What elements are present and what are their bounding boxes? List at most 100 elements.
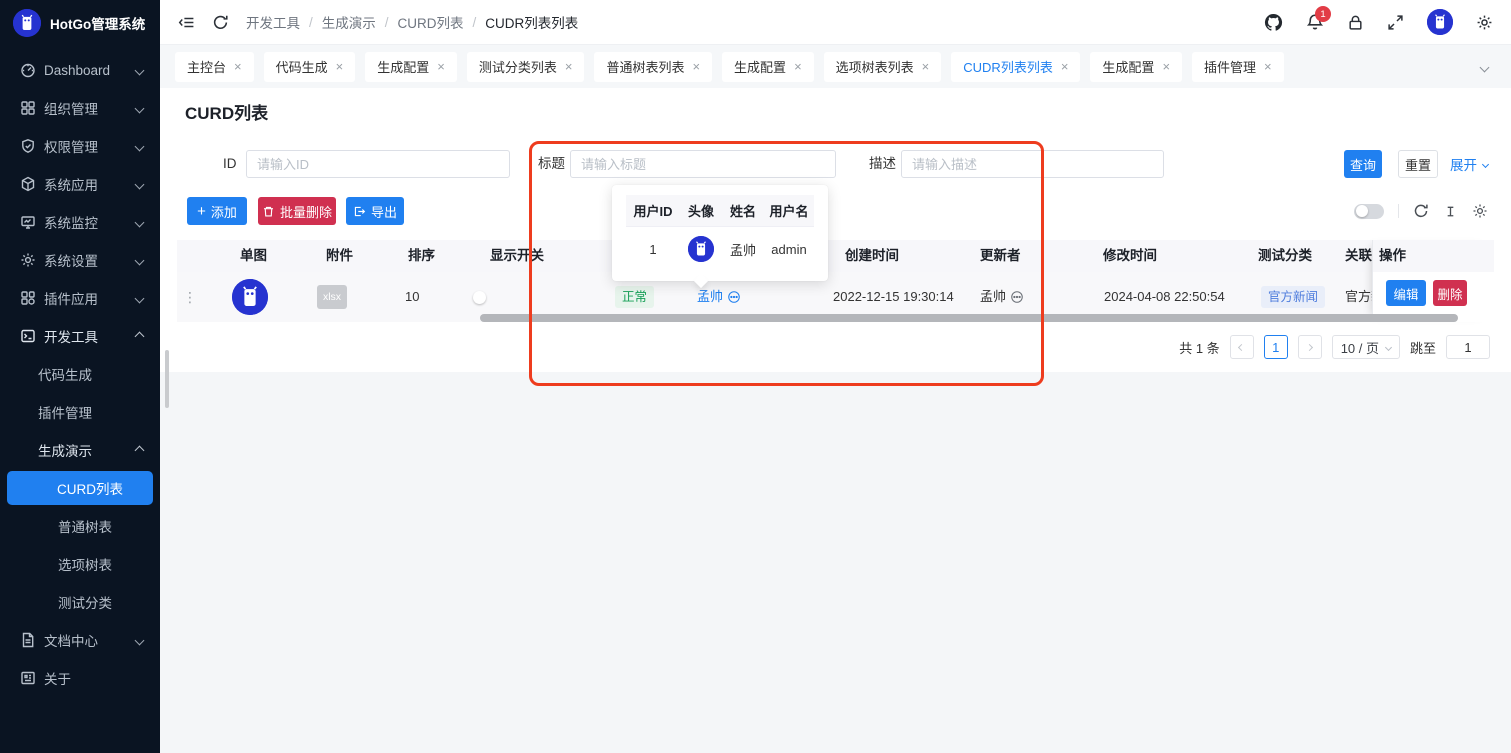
chevron-down-icon [135,217,145,227]
tab-normal-tree-list[interactable]: 普通树表列表× [594,52,712,82]
expand-filters-link[interactable]: 展开 [1450,150,1488,178]
sidebar-item-code-gen[interactable]: 代码生成 [0,355,160,393]
sidebar: HotGo管理系统 Dashboard 组织管理 权限管理 系统应用 [0,0,160,753]
close-icon[interactable]: × [692,60,700,73]
close-icon[interactable]: × [1061,60,1069,73]
tab-test-category-list[interactable]: 测试分类列表× [467,52,585,82]
sidebar-item-plugin-manage[interactable]: 插件管理 [0,393,160,431]
col-header-updater[interactable]: 更新者 [980,240,1021,272]
sidebar-item-dashboard[interactable]: Dashboard [0,51,160,89]
tab-code-gen[interactable]: 代码生成× [264,52,356,82]
col-header-updated-at[interactable]: 修改时间 [1103,240,1157,272]
fullscreen-icon[interactable] [1387,14,1404,31]
prev-page-button[interactable] [1230,335,1254,359]
table-option-toggle[interactable] [1354,204,1384,219]
col-header-sort[interactable]: 排序 [408,240,435,272]
edit-button[interactable]: 编辑 [1386,280,1426,306]
table-horizontal-scrollbar[interactable] [480,314,1458,322]
title-input[interactable] [570,150,836,178]
close-icon[interactable]: × [794,60,802,73]
user-info-popover: 用户ID 头像 姓名 用户名 1 孟帅 admin [612,185,828,281]
export-button[interactable]: 导出 [346,197,404,225]
sidebar-item-system-monitor[interactable]: 系统监控 [0,203,160,241]
tab-gen-config-3[interactable]: 生成配置× [1090,52,1182,82]
sidebar-item-test-category[interactable]: 测试分类 [0,583,160,621]
sidebar-item-curd-list[interactable]: CURD列表 [7,471,153,505]
next-page-button[interactable] [1298,335,1322,359]
col-header-created-at[interactable]: 创建时间 [845,240,899,272]
refresh-icon[interactable] [212,14,229,31]
tab-gen-config-1[interactable]: 生成配置× [365,52,457,82]
col-header-test-category[interactable]: 测试分类 [1258,240,1312,272]
col-header-attachment[interactable]: 附件 [326,240,353,272]
sidebar-scrollbar-thumb[interactable] [165,350,169,408]
close-icon[interactable]: × [922,60,930,73]
close-icon[interactable]: × [565,60,573,73]
tabbar-dropdown-chevron[interactable] [1481,58,1496,76]
sidebar-item-system-settings[interactable]: 系统设置 [0,241,160,279]
popover-user-name: 孟帅 [722,227,764,271]
table-tools [1354,197,1488,225]
row-test-category-tag: 官方新闻 [1261,286,1325,308]
tab-plugin-manage[interactable]: 插件管理× [1192,52,1284,82]
breadcrumb-item[interactable]: CURD列表 [398,12,464,32]
content: CURD列表 ID 标题 描述 查询 重置 展开 +添加 批量删除 导出 [160,88,1511,753]
row-image-thumbnail[interactable] [232,279,268,315]
jump-to-input[interactable] [1446,335,1490,359]
table-density-icon[interactable] [1443,204,1458,219]
tabbar: 主控台× 代码生成× 生成配置× 测试分类列表× 普通树表列表× 生成配置× 选… [160,45,1511,88]
col-header-display-switch[interactable]: 显示开关 [490,240,544,272]
chevron-down-icon [135,65,145,75]
col-header-actions[interactable]: 操作 [1373,240,1494,272]
github-icon[interactable] [1264,13,1283,32]
lock-screen-icon[interactable] [1347,14,1364,31]
settings-gear-icon[interactable] [1476,14,1493,31]
notifications-button[interactable]: 1 [1306,13,1324,31]
breadcrumb-item[interactable]: 生成演示 [322,12,376,32]
more-circle-icon [727,290,741,304]
sidebar-item-org[interactable]: 组织管理 [0,89,160,127]
close-icon[interactable]: × [1162,60,1170,73]
content-card [160,88,1511,372]
sidebar-item-normal-tree[interactable]: 普通树表 [0,507,160,545]
search-button[interactable]: 查询 [1344,150,1382,178]
main-area: 开发工具 / 生成演示 / CURD列表 / CUDR列表列表 1 [160,0,1511,753]
id-input[interactable] [246,150,510,178]
sidebar-item-permission[interactable]: 权限管理 [0,127,160,165]
add-button[interactable]: +添加 [187,197,247,225]
close-icon[interactable]: × [1264,60,1272,73]
tab-gen-config-2[interactable]: 生成配置× [722,52,814,82]
col-header-related-category[interactable]: 关联分 [1345,240,1372,272]
desc-input[interactable] [901,150,1164,178]
breadcrumb-item[interactable]: 开发工具 [246,12,300,32]
sidebar-item-system-app[interactable]: 系统应用 [0,165,160,203]
tab-console[interactable]: 主控台× [175,52,254,82]
terminal-icon [20,328,36,344]
user-avatar[interactable] [1427,9,1453,35]
batch-delete-button[interactable]: 批量删除 [258,197,336,225]
delete-button[interactable]: 删除 [1433,280,1467,306]
col-header-image[interactable]: 单图 [240,240,267,272]
sidebar-collapse-icon[interactable] [178,14,195,31]
row-attachment-badge[interactable]: xlsx [317,285,347,309]
breadcrumb-separator: / [385,15,389,30]
table-settings-icon[interactable] [1472,203,1488,219]
pagination: 共 1 条 1 10 / 页 跳至 [1179,335,1490,359]
app-logo-row[interactable]: HotGo管理系统 [0,0,160,45]
sidebar-item-option-tree[interactable]: 选项树表 [0,545,160,583]
tab-cudr-list-list[interactable]: CUDR列表列表× [951,52,1080,82]
close-icon[interactable]: × [234,60,242,73]
close-icon[interactable]: × [336,60,344,73]
tab-option-tree-list[interactable]: 选项树表列表× [824,52,942,82]
sidebar-item-about[interactable]: 关于 [0,659,160,697]
close-icon[interactable]: × [437,60,445,73]
page-size-select[interactable]: 10 / 页 [1332,335,1400,359]
reset-button[interactable]: 重置 [1398,150,1438,178]
sidebar-item-gen-demo[interactable]: 生成演示 [0,431,160,469]
page-1-button[interactable]: 1 [1264,335,1288,359]
table-refresh-icon[interactable] [1413,203,1429,219]
sidebar-item-plugin-app[interactable]: 插件应用 [0,279,160,317]
drag-handle[interactable]: ⋮ [183,272,197,322]
sidebar-item-dev-tools[interactable]: 开发工具 [0,317,160,355]
sidebar-item-doc-center[interactable]: 文档中心 [0,621,160,659]
